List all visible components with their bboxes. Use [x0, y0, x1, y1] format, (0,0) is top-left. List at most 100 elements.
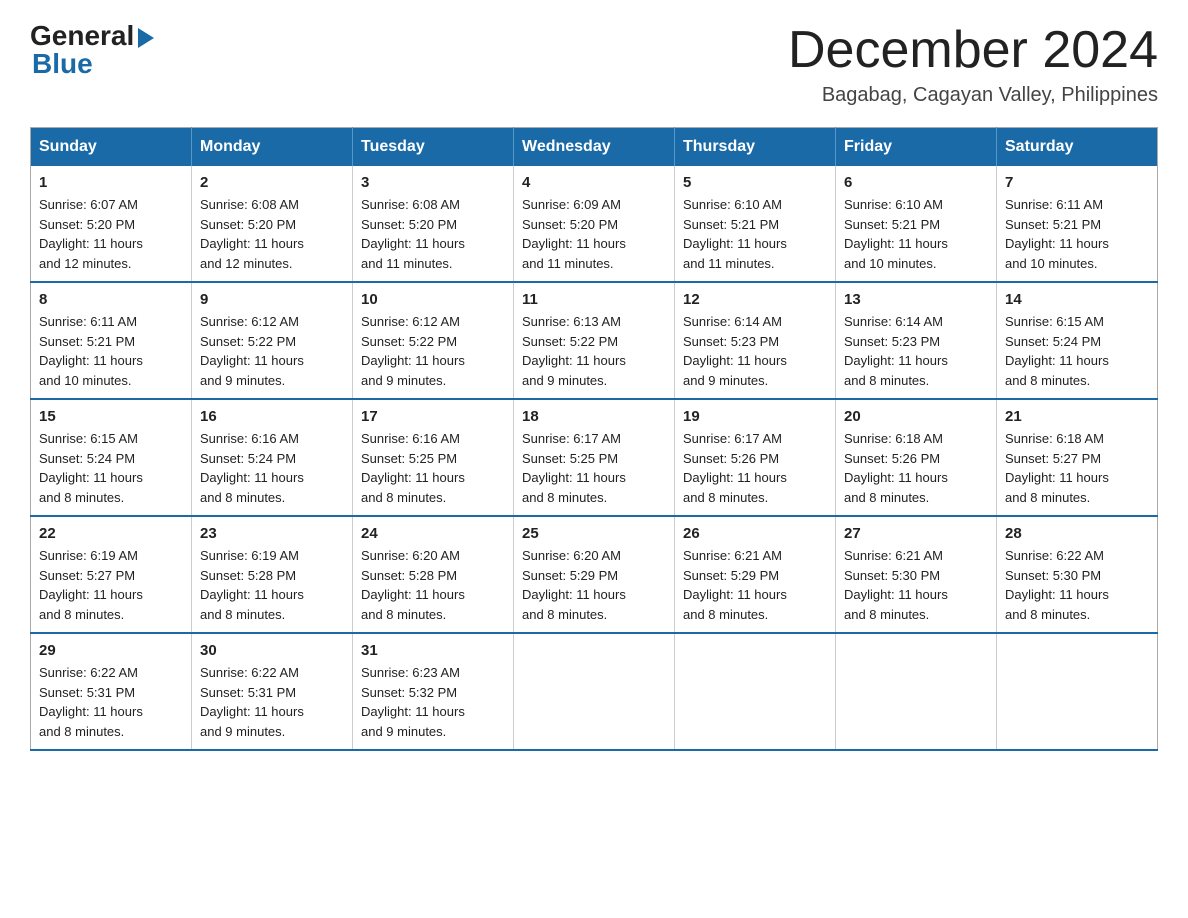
calendar-cell: 31 Sunrise: 6:23 AMSunset: 5:32 PMDaylig…: [353, 633, 514, 750]
month-year-title: December 2024: [788, 20, 1158, 80]
calendar-week-row: 1 Sunrise: 6:07 AMSunset: 5:20 PMDayligh…: [31, 166, 1158, 282]
day-info: Sunrise: 6:21 AMSunset: 5:30 PMDaylight:…: [844, 546, 988, 624]
day-info: Sunrise: 6:20 AMSunset: 5:29 PMDaylight:…: [522, 546, 666, 624]
day-number: 30: [200, 642, 344, 659]
calendar-week-row: 29 Sunrise: 6:22 AMSunset: 5:31 PMDaylig…: [31, 633, 1158, 750]
day-info: Sunrise: 6:09 AMSunset: 5:20 PMDaylight:…: [522, 195, 666, 273]
day-info: Sunrise: 6:21 AMSunset: 5:29 PMDaylight:…: [683, 546, 827, 624]
calendar-cell: 25 Sunrise: 6:20 AMSunset: 5:29 PMDaylig…: [514, 516, 675, 633]
calendar-cell: 22 Sunrise: 6:19 AMSunset: 5:27 PMDaylig…: [31, 516, 192, 633]
day-number: 17: [361, 408, 505, 425]
day-number: 14: [1005, 291, 1149, 308]
day-number: 15: [39, 408, 183, 425]
logo-blue-text: Blue: [30, 48, 93, 80]
calendar-cell: 9 Sunrise: 6:12 AMSunset: 5:22 PMDayligh…: [192, 282, 353, 399]
day-info: Sunrise: 6:22 AMSunset: 5:31 PMDaylight:…: [39, 663, 183, 741]
calendar-cell: 13 Sunrise: 6:14 AMSunset: 5:23 PMDaylig…: [836, 282, 997, 399]
day-info: Sunrise: 6:17 AMSunset: 5:25 PMDaylight:…: [522, 429, 666, 507]
day-info: Sunrise: 6:13 AMSunset: 5:22 PMDaylight:…: [522, 312, 666, 390]
calendar-cell: 28 Sunrise: 6:22 AMSunset: 5:30 PMDaylig…: [997, 516, 1158, 633]
calendar-cell: 14 Sunrise: 6:15 AMSunset: 5:24 PMDaylig…: [997, 282, 1158, 399]
day-info: Sunrise: 6:17 AMSunset: 5:26 PMDaylight:…: [683, 429, 827, 507]
calendar-cell: 20 Sunrise: 6:18 AMSunset: 5:26 PMDaylig…: [836, 399, 997, 516]
calendar-cell: [514, 633, 675, 750]
day-info: Sunrise: 6:20 AMSunset: 5:28 PMDaylight:…: [361, 546, 505, 624]
page-header: General Blue December 2024 Bagabag, Caga…: [30, 20, 1158, 107]
day-number: 24: [361, 525, 505, 542]
day-number: 6: [844, 174, 988, 191]
calendar-cell: 23 Sunrise: 6:19 AMSunset: 5:28 PMDaylig…: [192, 516, 353, 633]
calendar-cell: 3 Sunrise: 6:08 AMSunset: 5:20 PMDayligh…: [353, 166, 514, 282]
day-number: 18: [522, 408, 666, 425]
day-info: Sunrise: 6:15 AMSunset: 5:24 PMDaylight:…: [39, 429, 183, 507]
day-number: 9: [200, 291, 344, 308]
logo-arrow-icon: [138, 28, 154, 48]
day-number: 25: [522, 525, 666, 542]
day-number: 16: [200, 408, 344, 425]
calendar-week-row: 15 Sunrise: 6:15 AMSunset: 5:24 PMDaylig…: [31, 399, 1158, 516]
calendar-cell: 15 Sunrise: 6:15 AMSunset: 5:24 PMDaylig…: [31, 399, 192, 516]
calendar-cell: 4 Sunrise: 6:09 AMSunset: 5:20 PMDayligh…: [514, 166, 675, 282]
day-info: Sunrise: 6:19 AMSunset: 5:28 PMDaylight:…: [200, 546, 344, 624]
day-info: Sunrise: 6:11 AMSunset: 5:21 PMDaylight:…: [39, 312, 183, 390]
calendar-cell: 7 Sunrise: 6:11 AMSunset: 5:21 PMDayligh…: [997, 166, 1158, 282]
day-number: 27: [844, 525, 988, 542]
day-number: 28: [1005, 525, 1149, 542]
day-of-week-header: Friday: [836, 128, 997, 167]
day-info: Sunrise: 6:18 AMSunset: 5:27 PMDaylight:…: [1005, 429, 1149, 507]
calendar-week-row: 8 Sunrise: 6:11 AMSunset: 5:21 PMDayligh…: [31, 282, 1158, 399]
calendar-cell: 30 Sunrise: 6:22 AMSunset: 5:31 PMDaylig…: [192, 633, 353, 750]
day-info: Sunrise: 6:23 AMSunset: 5:32 PMDaylight:…: [361, 663, 505, 741]
calendar-cell: 21 Sunrise: 6:18 AMSunset: 5:27 PMDaylig…: [997, 399, 1158, 516]
day-number: 21: [1005, 408, 1149, 425]
location-subtitle: Bagabag, Cagayan Valley, Philippines: [788, 84, 1158, 107]
calendar-cell: 24 Sunrise: 6:20 AMSunset: 5:28 PMDaylig…: [353, 516, 514, 633]
logo: General Blue: [30, 20, 154, 80]
day-info: Sunrise: 6:22 AMSunset: 5:30 PMDaylight:…: [1005, 546, 1149, 624]
day-info: Sunrise: 6:07 AMSunset: 5:20 PMDaylight:…: [39, 195, 183, 273]
day-number: 4: [522, 174, 666, 191]
calendar-cell: 6 Sunrise: 6:10 AMSunset: 5:21 PMDayligh…: [836, 166, 997, 282]
day-info: Sunrise: 6:22 AMSunset: 5:31 PMDaylight:…: [200, 663, 344, 741]
day-number: 11: [522, 291, 666, 308]
calendar-cell: 26 Sunrise: 6:21 AMSunset: 5:29 PMDaylig…: [675, 516, 836, 633]
day-number: 8: [39, 291, 183, 308]
day-info: Sunrise: 6:12 AMSunset: 5:22 PMDaylight:…: [361, 312, 505, 390]
day-info: Sunrise: 6:08 AMSunset: 5:20 PMDaylight:…: [200, 195, 344, 273]
calendar-cell: 29 Sunrise: 6:22 AMSunset: 5:31 PMDaylig…: [31, 633, 192, 750]
calendar-cell: 1 Sunrise: 6:07 AMSunset: 5:20 PMDayligh…: [31, 166, 192, 282]
day-info: Sunrise: 6:08 AMSunset: 5:20 PMDaylight:…: [361, 195, 505, 273]
day-number: 1: [39, 174, 183, 191]
calendar-cell: 10 Sunrise: 6:12 AMSunset: 5:22 PMDaylig…: [353, 282, 514, 399]
day-of-week-header: Tuesday: [353, 128, 514, 167]
calendar-header-row: SundayMondayTuesdayWednesdayThursdayFrid…: [31, 128, 1158, 167]
day-info: Sunrise: 6:16 AMSunset: 5:25 PMDaylight:…: [361, 429, 505, 507]
calendar-week-row: 22 Sunrise: 6:19 AMSunset: 5:27 PMDaylig…: [31, 516, 1158, 633]
calendar-cell: 2 Sunrise: 6:08 AMSunset: 5:20 PMDayligh…: [192, 166, 353, 282]
day-number: 10: [361, 291, 505, 308]
calendar-cell: 19 Sunrise: 6:17 AMSunset: 5:26 PMDaylig…: [675, 399, 836, 516]
title-section: December 2024 Bagabag, Cagayan Valley, P…: [788, 20, 1158, 107]
day-of-week-header: Saturday: [997, 128, 1158, 167]
day-info: Sunrise: 6:10 AMSunset: 5:21 PMDaylight:…: [844, 195, 988, 273]
calendar-cell: [675, 633, 836, 750]
day-info: Sunrise: 6:14 AMSunset: 5:23 PMDaylight:…: [844, 312, 988, 390]
day-number: 2: [200, 174, 344, 191]
day-of-week-header: Thursday: [675, 128, 836, 167]
day-number: 20: [844, 408, 988, 425]
day-number: 7: [1005, 174, 1149, 191]
calendar-cell: [997, 633, 1158, 750]
day-info: Sunrise: 6:18 AMSunset: 5:26 PMDaylight:…: [844, 429, 988, 507]
day-info: Sunrise: 6:14 AMSunset: 5:23 PMDaylight:…: [683, 312, 827, 390]
calendar-table: SundayMondayTuesdayWednesdayThursdayFrid…: [30, 127, 1158, 751]
day-info: Sunrise: 6:19 AMSunset: 5:27 PMDaylight:…: [39, 546, 183, 624]
calendar-cell: [836, 633, 997, 750]
day-info: Sunrise: 6:11 AMSunset: 5:21 PMDaylight:…: [1005, 195, 1149, 273]
calendar-cell: 27 Sunrise: 6:21 AMSunset: 5:30 PMDaylig…: [836, 516, 997, 633]
day-info: Sunrise: 6:16 AMSunset: 5:24 PMDaylight:…: [200, 429, 344, 507]
day-number: 19: [683, 408, 827, 425]
day-number: 29: [39, 642, 183, 659]
day-info: Sunrise: 6:12 AMSunset: 5:22 PMDaylight:…: [200, 312, 344, 390]
calendar-cell: 17 Sunrise: 6:16 AMSunset: 5:25 PMDaylig…: [353, 399, 514, 516]
day-of-week-header: Wednesday: [514, 128, 675, 167]
